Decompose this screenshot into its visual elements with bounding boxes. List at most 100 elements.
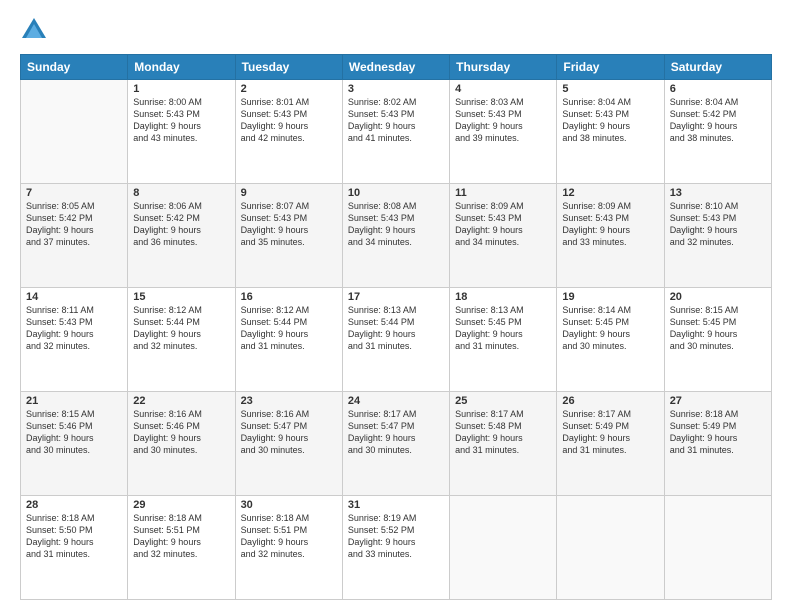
logo (20, 16, 52, 44)
day-number: 8 (133, 187, 229, 199)
day-info: Sunrise: 8:10 AMSunset: 5:43 PMDaylight:… (670, 200, 766, 249)
calendar-cell: 16Sunrise: 8:12 AMSunset: 5:44 PMDayligh… (235, 288, 342, 392)
day-number: 13 (670, 187, 766, 199)
week-row-2: 7Sunrise: 8:05 AMSunset: 5:42 PMDaylight… (21, 184, 772, 288)
calendar-cell: 29Sunrise: 8:18 AMSunset: 5:51 PMDayligh… (128, 496, 235, 600)
day-info: Sunrise: 8:09 AMSunset: 5:43 PMDaylight:… (455, 200, 551, 249)
calendar-cell: 14Sunrise: 8:11 AMSunset: 5:43 PMDayligh… (21, 288, 128, 392)
weekday-header-friday: Friday (557, 55, 664, 80)
day-info: Sunrise: 8:18 AMSunset: 5:49 PMDaylight:… (670, 408, 766, 457)
day-info: Sunrise: 8:18 AMSunset: 5:51 PMDaylight:… (241, 512, 337, 561)
calendar-cell (21, 80, 128, 184)
day-number: 9 (241, 187, 337, 199)
day-number: 26 (562, 395, 658, 407)
day-number: 7 (26, 187, 122, 199)
weekday-header-row: SundayMondayTuesdayWednesdayThursdayFrid… (21, 55, 772, 80)
day-info: Sunrise: 8:15 AMSunset: 5:45 PMDaylight:… (670, 304, 766, 353)
day-info: Sunrise: 8:17 AMSunset: 5:49 PMDaylight:… (562, 408, 658, 457)
calendar-cell: 27Sunrise: 8:18 AMSunset: 5:49 PMDayligh… (664, 392, 771, 496)
day-number: 30 (241, 499, 337, 511)
day-number: 15 (133, 291, 229, 303)
day-number: 19 (562, 291, 658, 303)
day-info: Sunrise: 8:11 AMSunset: 5:43 PMDaylight:… (26, 304, 122, 353)
calendar-cell (664, 496, 771, 600)
day-number: 1 (133, 83, 229, 95)
day-info: Sunrise: 8:09 AMSunset: 5:43 PMDaylight:… (562, 200, 658, 249)
day-info: Sunrise: 8:13 AMSunset: 5:44 PMDaylight:… (348, 304, 444, 353)
day-info: Sunrise: 8:17 AMSunset: 5:47 PMDaylight:… (348, 408, 444, 457)
calendar-cell: 2Sunrise: 8:01 AMSunset: 5:43 PMDaylight… (235, 80, 342, 184)
calendar-cell (557, 496, 664, 600)
day-number: 22 (133, 395, 229, 407)
calendar-cell: 19Sunrise: 8:14 AMSunset: 5:45 PMDayligh… (557, 288, 664, 392)
page: SundayMondayTuesdayWednesdayThursdayFrid… (0, 0, 792, 612)
day-info: Sunrise: 8:00 AMSunset: 5:43 PMDaylight:… (133, 96, 229, 145)
day-number: 11 (455, 187, 551, 199)
day-number: 10 (348, 187, 444, 199)
day-info: Sunrise: 8:04 AMSunset: 5:42 PMDaylight:… (670, 96, 766, 145)
day-info: Sunrise: 8:15 AMSunset: 5:46 PMDaylight:… (26, 408, 122, 457)
calendar-cell: 13Sunrise: 8:10 AMSunset: 5:43 PMDayligh… (664, 184, 771, 288)
day-info: Sunrise: 8:04 AMSunset: 5:43 PMDaylight:… (562, 96, 658, 145)
day-number: 31 (348, 499, 444, 511)
weekday-header-tuesday: Tuesday (235, 55, 342, 80)
day-info: Sunrise: 8:02 AMSunset: 5:43 PMDaylight:… (348, 96, 444, 145)
day-number: 6 (670, 83, 766, 95)
weekday-header-thursday: Thursday (450, 55, 557, 80)
weekday-header-saturday: Saturday (664, 55, 771, 80)
day-info: Sunrise: 8:14 AMSunset: 5:45 PMDaylight:… (562, 304, 658, 353)
calendar-cell: 20Sunrise: 8:15 AMSunset: 5:45 PMDayligh… (664, 288, 771, 392)
calendar-cell (450, 496, 557, 600)
day-number: 23 (241, 395, 337, 407)
calendar-cell: 12Sunrise: 8:09 AMSunset: 5:43 PMDayligh… (557, 184, 664, 288)
calendar-cell: 7Sunrise: 8:05 AMSunset: 5:42 PMDaylight… (21, 184, 128, 288)
calendar-cell: 17Sunrise: 8:13 AMSunset: 5:44 PMDayligh… (342, 288, 449, 392)
day-info: Sunrise: 8:17 AMSunset: 5:48 PMDaylight:… (455, 408, 551, 457)
day-info: Sunrise: 8:06 AMSunset: 5:42 PMDaylight:… (133, 200, 229, 249)
day-info: Sunrise: 8:19 AMSunset: 5:52 PMDaylight:… (348, 512, 444, 561)
calendar-cell: 3Sunrise: 8:02 AMSunset: 5:43 PMDaylight… (342, 80, 449, 184)
day-info: Sunrise: 8:03 AMSunset: 5:43 PMDaylight:… (455, 96, 551, 145)
calendar-cell: 5Sunrise: 8:04 AMSunset: 5:43 PMDaylight… (557, 80, 664, 184)
day-number: 29 (133, 499, 229, 511)
day-number: 27 (670, 395, 766, 407)
calendar-cell: 4Sunrise: 8:03 AMSunset: 5:43 PMDaylight… (450, 80, 557, 184)
calendar-cell: 10Sunrise: 8:08 AMSunset: 5:43 PMDayligh… (342, 184, 449, 288)
day-number: 25 (455, 395, 551, 407)
calendar-cell: 30Sunrise: 8:18 AMSunset: 5:51 PMDayligh… (235, 496, 342, 600)
day-number: 3 (348, 83, 444, 95)
calendar-cell: 18Sunrise: 8:13 AMSunset: 5:45 PMDayligh… (450, 288, 557, 392)
day-number: 28 (26, 499, 122, 511)
day-number: 14 (26, 291, 122, 303)
calendar-cell: 25Sunrise: 8:17 AMSunset: 5:48 PMDayligh… (450, 392, 557, 496)
header (20, 16, 772, 44)
day-info: Sunrise: 8:12 AMSunset: 5:44 PMDaylight:… (133, 304, 229, 353)
day-info: Sunrise: 8:18 AMSunset: 5:51 PMDaylight:… (133, 512, 229, 561)
day-number: 16 (241, 291, 337, 303)
day-number: 24 (348, 395, 444, 407)
week-row-3: 14Sunrise: 8:11 AMSunset: 5:43 PMDayligh… (21, 288, 772, 392)
calendar-cell: 1Sunrise: 8:00 AMSunset: 5:43 PMDaylight… (128, 80, 235, 184)
weekday-header-monday: Monday (128, 55, 235, 80)
day-info: Sunrise: 8:05 AMSunset: 5:42 PMDaylight:… (26, 200, 122, 249)
calendar-cell: 31Sunrise: 8:19 AMSunset: 5:52 PMDayligh… (342, 496, 449, 600)
calendar-cell: 15Sunrise: 8:12 AMSunset: 5:44 PMDayligh… (128, 288, 235, 392)
day-info: Sunrise: 8:18 AMSunset: 5:50 PMDaylight:… (26, 512, 122, 561)
day-number: 2 (241, 83, 337, 95)
day-number: 21 (26, 395, 122, 407)
calendar-cell: 21Sunrise: 8:15 AMSunset: 5:46 PMDayligh… (21, 392, 128, 496)
weekday-header-sunday: Sunday (21, 55, 128, 80)
calendar-cell: 23Sunrise: 8:16 AMSunset: 5:47 PMDayligh… (235, 392, 342, 496)
week-row-5: 28Sunrise: 8:18 AMSunset: 5:50 PMDayligh… (21, 496, 772, 600)
day-info: Sunrise: 8:16 AMSunset: 5:47 PMDaylight:… (241, 408, 337, 457)
day-number: 5 (562, 83, 658, 95)
day-info: Sunrise: 8:08 AMSunset: 5:43 PMDaylight:… (348, 200, 444, 249)
logo-icon (20, 16, 48, 44)
calendar-cell: 11Sunrise: 8:09 AMSunset: 5:43 PMDayligh… (450, 184, 557, 288)
calendar-table: SundayMondayTuesdayWednesdayThursdayFrid… (20, 54, 772, 600)
week-row-1: 1Sunrise: 8:00 AMSunset: 5:43 PMDaylight… (21, 80, 772, 184)
calendar-cell: 6Sunrise: 8:04 AMSunset: 5:42 PMDaylight… (664, 80, 771, 184)
day-info: Sunrise: 8:01 AMSunset: 5:43 PMDaylight:… (241, 96, 337, 145)
day-info: Sunrise: 8:12 AMSunset: 5:44 PMDaylight:… (241, 304, 337, 353)
calendar-cell: 24Sunrise: 8:17 AMSunset: 5:47 PMDayligh… (342, 392, 449, 496)
